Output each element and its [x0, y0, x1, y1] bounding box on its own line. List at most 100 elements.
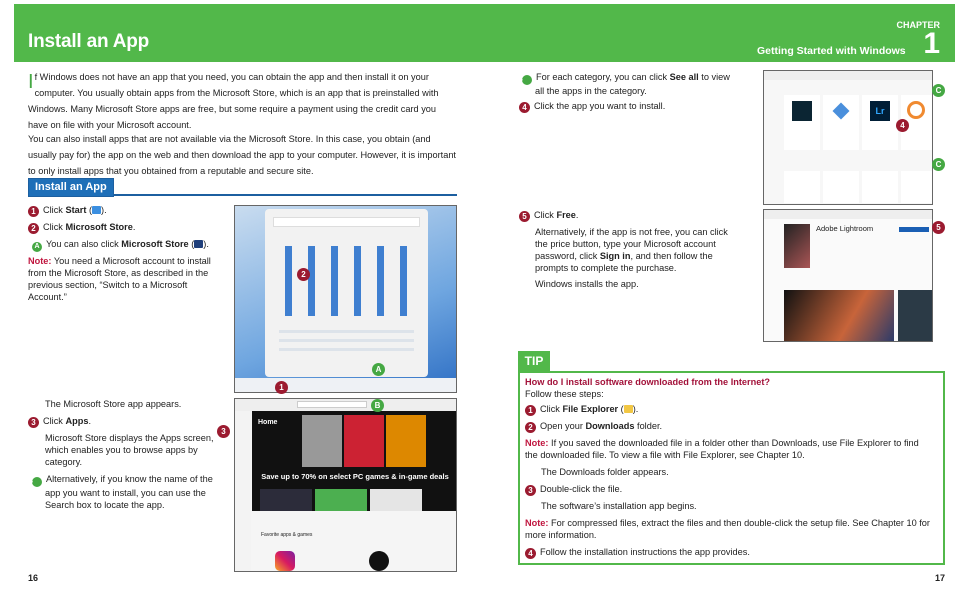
step-text: (	[618, 404, 624, 414]
installs-text: Windows installs the app.	[535, 279, 639, 289]
step-text: .	[132, 222, 136, 232]
page-title: Install an App	[28, 31, 150, 52]
callout-letter: B	[28, 477, 42, 487]
step-text: folder.	[634, 421, 663, 431]
callout-a: A	[372, 363, 385, 376]
start-menu	[265, 209, 428, 377]
step-text: Click the app you want to install.	[534, 101, 666, 111]
callout-letter: C	[518, 75, 532, 85]
screenshot-store-apps: Lr	[763, 70, 933, 205]
step-4: 4 Click the app you want to install.	[519, 100, 665, 113]
screenshot-app-page: Adobe Lightroom	[763, 209, 933, 342]
microsoft-store-icon	[194, 240, 204, 248]
step-bold: See all	[669, 72, 699, 82]
step-text: Open your	[540, 421, 586, 431]
step-number: 1	[28, 206, 39, 217]
chapter-title: Getting Started with Windows	[757, 45, 906, 57]
promo-card[interactable]	[260, 489, 312, 511]
app-card-lightroom[interactable]: Lr	[862, 95, 898, 150]
start-search-box[interactable]	[273, 217, 420, 227]
step-bold: Sign in	[599, 251, 631, 261]
step-number: 4	[519, 102, 530, 113]
step-text: Alternatively, if you know the name of t…	[45, 474, 213, 510]
promo-card[interactable]	[370, 489, 422, 511]
step-3: 3 Click Apps.	[28, 415, 91, 428]
step-bold: Microsoft Store	[65, 222, 133, 232]
tip-follow: Follow these steps:	[525, 389, 604, 399]
recommended-list[interactable]	[279, 329, 414, 357]
windows-start-icon	[92, 206, 102, 214]
game-tile[interactable]	[302, 415, 342, 467]
intro-paragraph-2: You can also install apps that are not a…	[28, 134, 456, 176]
store-search-box[interactable]	[297, 401, 367, 408]
instagram-icon[interactable]	[275, 551, 295, 571]
store-sidebar[interactable]	[235, 411, 251, 571]
step-number: 1	[525, 405, 536, 416]
step-2: 2 Click Microsoft Store.	[28, 221, 228, 234]
step-text: You can also click	[46, 239, 122, 249]
note-text: If you saved the downloaded file in a fo…	[525, 438, 919, 460]
callout-1: 1	[275, 381, 288, 394]
section-title: Install an App	[28, 178, 114, 197]
app-card[interactable]	[823, 95, 859, 150]
step-text: .	[88, 416, 91, 426]
step-number: 5	[519, 211, 530, 222]
callout-c: C	[932, 84, 945, 97]
app-icon	[792, 101, 812, 121]
tip-step-1: 1 Click File Explorer ().	[525, 403, 638, 416]
productivity-apps-row[interactable]	[784, 171, 932, 203]
section-heading: Install an App	[28, 178, 457, 197]
step-bold: File Explorer	[562, 404, 619, 414]
note-text: You need a Microsoft account to install …	[28, 256, 211, 302]
callout-2: 2	[297, 268, 310, 281]
step-a: A You can also click Microsoft Store ().	[32, 238, 232, 252]
step-text: ).	[101, 205, 107, 215]
step-b: B Alternatively, if you know the name of …	[28, 473, 217, 511]
note-label: Note:	[525, 518, 549, 528]
tip-tab: TIP	[518, 351, 550, 371]
drop-cap: I	[28, 71, 34, 93]
step-text: Click	[43, 222, 66, 232]
callout-b: B	[371, 399, 384, 412]
app-card[interactable]	[784, 95, 820, 150]
callout-4: 4	[896, 119, 909, 132]
step-text: For each category, you can click	[536, 72, 670, 82]
app-name: Adobe Lightroom	[816, 224, 874, 233]
promo-text: Save up to 70% on select PC games & in-g…	[261, 472, 449, 481]
step-text: Follow the installation instructions the…	[540, 547, 750, 557]
callout-3: 3	[217, 425, 230, 438]
store-titlebar	[235, 399, 456, 411]
store-titlebar	[764, 71, 932, 80]
tiktok-icon[interactable]	[369, 551, 389, 571]
game-tile[interactable]	[386, 415, 426, 467]
tip-install-begins: The software’s installation app begins.	[541, 501, 697, 511]
step-c: C For each category, you can click See al…	[518, 71, 737, 97]
screenshot-preview	[784, 290, 894, 341]
free-button[interactable]	[899, 227, 929, 232]
store-titlebar	[764, 210, 932, 219]
tip-step-2: 2 Open your Downloads folder.	[525, 420, 662, 433]
callout-c-2: C	[932, 158, 945, 171]
step-number: 3	[28, 417, 39, 428]
store-hero[interactable]: Home Save up to 70% on select PC games &…	[252, 411, 456, 511]
screenshot-preview	[898, 290, 932, 341]
app-icon	[832, 102, 850, 120]
tip-question: How do I install software downloaded fro…	[525, 377, 771, 387]
promo-card[interactable]	[315, 489, 367, 511]
game-tile[interactable]	[344, 415, 384, 467]
step-bold: Apps	[65, 416, 89, 426]
lightroom-icon: Lr	[870, 101, 890, 121]
intro-paragraph: If Windows does not have an app that you…	[28, 69, 458, 133]
taskbar[interactable]	[235, 378, 456, 392]
pinned-apps-grid[interactable]	[279, 246, 414, 316]
step-text: Click	[43, 205, 66, 215]
step-text: .	[575, 210, 579, 220]
step-3-description: Microsoft Store displays the Apps screen…	[45, 433, 214, 467]
step-1: 1 Click Start ().	[28, 204, 228, 217]
screenshot-start-menu	[234, 205, 457, 393]
home-heading: Home	[258, 419, 278, 426]
note: Note: You need a Microsoft account to in…	[28, 255, 228, 303]
step-number: 4	[525, 548, 536, 559]
step-bold: Microsoft Store	[121, 239, 189, 249]
tip-note-2: Note: For compressed files, extract the …	[525, 517, 935, 541]
